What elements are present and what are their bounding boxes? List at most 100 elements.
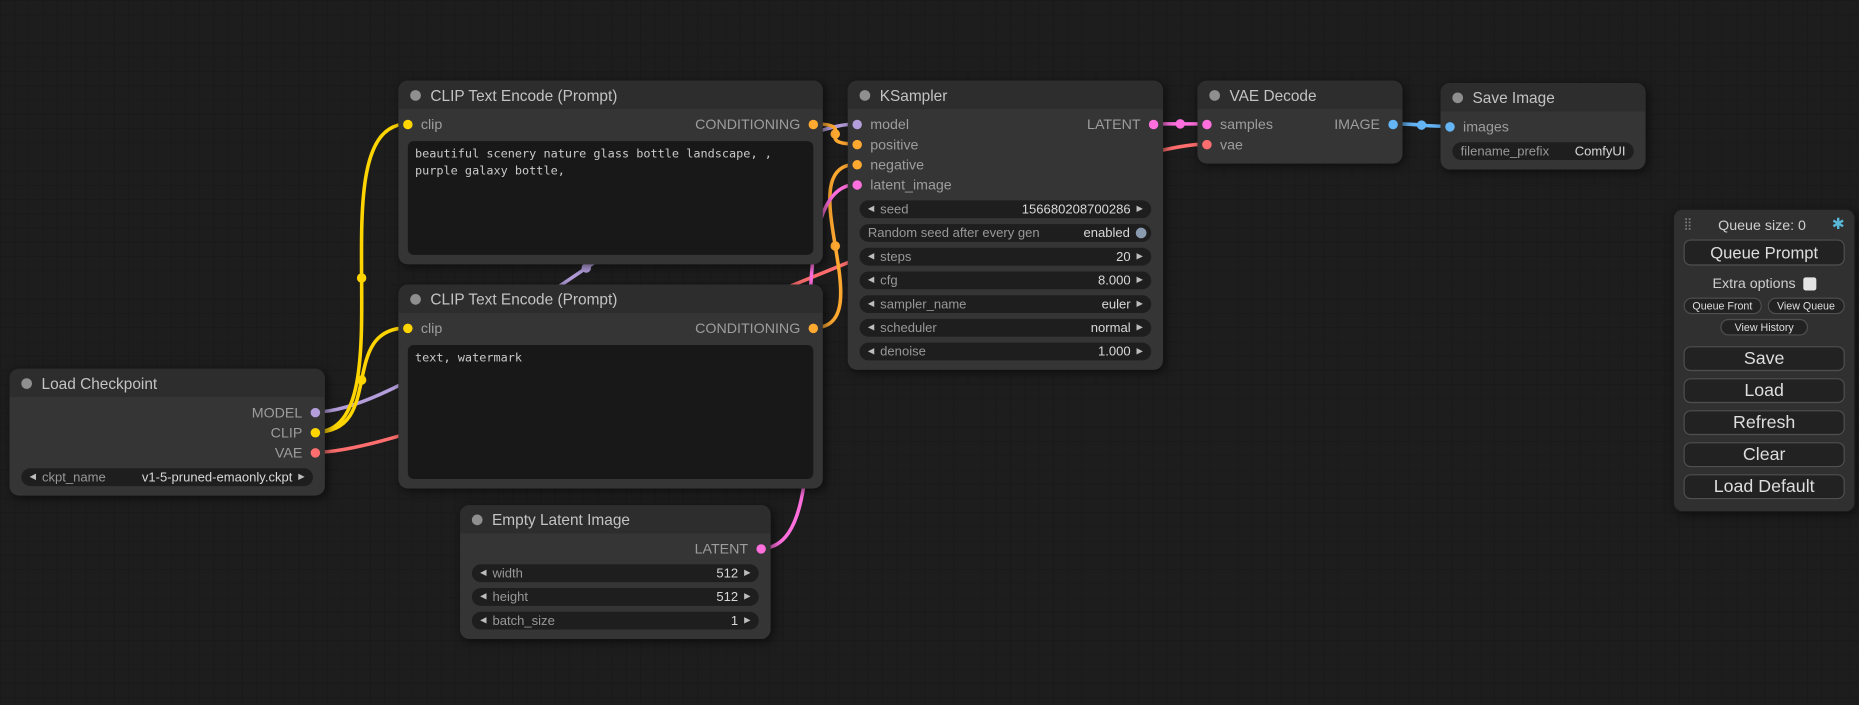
conditioning-output-port[interactable] [809, 323, 818, 332]
decrement-arrow-icon[interactable]: ◀ [480, 617, 486, 625]
denoise-widget[interactable]: ◀ denoise 1.000 ▶ [860, 343, 1152, 361]
view-history-button[interactable]: View History [1720, 319, 1808, 336]
node-title: CLIP Text Encode (Prompt) [430, 290, 617, 308]
decrement-arrow-icon[interactable]: ◀ [868, 347, 874, 355]
decrement-arrow-icon[interactable]: ◀ [868, 324, 874, 332]
clip-output-port[interactable] [311, 427, 320, 436]
decrement-arrow-icon[interactable]: ◀ [868, 300, 874, 308]
decrement-arrow-icon[interactable]: ◀ [480, 593, 486, 601]
clear-button[interactable]: Clear [1684, 442, 1845, 467]
refresh-button[interactable]: Refresh [1684, 410, 1845, 435]
node-title-bar[interactable]: VAE Decode [1197, 81, 1402, 109]
decrement-arrow-icon[interactable]: ◀ [868, 276, 874, 284]
collapse-dot-icon[interactable] [472, 514, 483, 525]
collapse-dot-icon[interactable] [1209, 90, 1220, 101]
node-vae-decode[interactable]: VAE Decode samples IMAGE vae [1197, 81, 1402, 164]
input-label-model: model [870, 116, 909, 133]
node-empty-latent-image[interactable]: Empty Latent Image LATENT ◀ width 512 ▶ … [460, 505, 771, 639]
node-load-checkpoint[interactable]: Load Checkpoint MODEL CLIP VAE ◀ ckpt_na… [9, 369, 324, 496]
clip-input-port[interactable] [403, 323, 412, 332]
width-widget[interactable]: ◀ width 512 ▶ [472, 564, 759, 582]
collapse-dot-icon[interactable] [410, 90, 421, 101]
node-canvas[interactable]: Load Checkpoint MODEL CLIP VAE ◀ ckpt_na… [0, 0, 1859, 705]
node-clip-text-encode-negative[interactable]: CLIP Text Encode (Prompt) clip CONDITION… [398, 285, 822, 489]
decrement-arrow-icon[interactable]: ◀ [480, 569, 486, 577]
latent-output-port[interactable] [756, 544, 765, 553]
positive-input-port[interactable] [852, 139, 861, 148]
images-input-port[interactable] [1445, 122, 1454, 131]
clip-input-port[interactable] [403, 119, 412, 128]
model-output-port[interactable] [311, 407, 320, 416]
widget-value: 156680208700286 [1022, 202, 1131, 216]
save-button[interactable]: Save [1684, 346, 1845, 371]
collapse-dot-icon[interactable] [860, 90, 871, 101]
queue-prompt-button[interactable]: Queue Prompt [1684, 239, 1845, 265]
increment-arrow-icon[interactable]: ▶ [298, 473, 304, 481]
node-title-bar[interactable]: Empty Latent Image [460, 505, 771, 533]
decrement-arrow-icon[interactable]: ◀ [30, 473, 36, 481]
increment-arrow-icon[interactable]: ▶ [744, 617, 750, 625]
decrement-arrow-icon[interactable]: ◀ [868, 205, 874, 213]
vae-input-port[interactable] [1202, 139, 1211, 148]
seed-widget[interactable]: ◀ seed 156680208700286 ▶ [860, 200, 1152, 218]
random-seed-toggle-widget[interactable]: Random seed after every gen enabled [860, 224, 1152, 242]
samples-input-port[interactable] [1202, 119, 1211, 128]
latent-image-input-port[interactable] [852, 180, 861, 189]
collapse-dot-icon[interactable] [1452, 92, 1463, 103]
decrement-arrow-icon[interactable]: ◀ [868, 253, 874, 261]
slot-row: model LATENT [848, 114, 1163, 134]
widget-label: steps [880, 250, 911, 264]
increment-arrow-icon[interactable]: ▶ [744, 569, 750, 577]
extra-options-label: Extra options [1713, 275, 1796, 292]
ckpt-name-widget[interactable]: ◀ ckpt_name v1-5-pruned-emaonly.ckpt ▶ [21, 468, 313, 486]
output-label-latent: LATENT [1087, 116, 1141, 133]
node-save-image[interactable]: Save Image images filename_prefix ComfyU… [1441, 83, 1646, 170]
batch-size-widget[interactable]: ◀ batch_size 1 ▶ [472, 612, 759, 630]
node-title-bar[interactable]: CLIP Text Encode (Prompt) [398, 81, 822, 109]
sampler-name-widget[interactable]: ◀ sampler_name euler ▶ [860, 295, 1152, 313]
filename-prefix-widget[interactable]: filename_prefix ComfyUI [1452, 142, 1633, 160]
increment-arrow-icon[interactable]: ▶ [1137, 324, 1143, 332]
steps-widget[interactable]: ◀ steps 20 ▶ [860, 248, 1152, 266]
increment-arrow-icon[interactable]: ▶ [1137, 276, 1143, 284]
node-title-bar[interactable]: CLIP Text Encode (Prompt) [398, 285, 822, 313]
increment-arrow-icon[interactable]: ▶ [1137, 205, 1143, 213]
latent-output-port[interactable] [1149, 119, 1158, 128]
queue-menu-panel: ⣿ Queue size: 0 ✱ Queue Prompt Extra opt… [1673, 209, 1856, 513]
load-default-button[interactable]: Load Default [1684, 474, 1845, 499]
view-queue-button[interactable]: View Queue [1767, 298, 1845, 315]
node-title-bar[interactable]: KSampler [848, 81, 1163, 109]
prompt-textarea[interactable]: beautiful scenery nature glass bottle la… [408, 141, 813, 255]
increment-arrow-icon[interactable]: ▶ [1137, 300, 1143, 308]
cfg-widget[interactable]: ◀ cfg 8.000 ▶ [860, 272, 1152, 290]
increment-arrow-icon[interactable]: ▶ [744, 593, 750, 601]
node-title-bar[interactable]: Save Image [1441, 83, 1646, 111]
toggle-dot-icon[interactable] [1136, 228, 1147, 239]
increment-arrow-icon[interactable]: ▶ [1137, 253, 1143, 261]
drag-handle-icon[interactable]: ⣿ [1684, 218, 1693, 231]
image-output-port[interactable] [1388, 119, 1397, 128]
collapse-dot-icon[interactable] [21, 378, 32, 389]
model-input-port[interactable] [852, 119, 861, 128]
wire-midpoint-dot [357, 375, 366, 384]
conditioning-output-port[interactable] [809, 119, 818, 128]
node-clip-text-encode-positive[interactable]: CLIP Text Encode (Prompt) clip CONDITION… [398, 81, 822, 265]
collapse-dot-icon[interactable] [410, 293, 421, 304]
widget-value: 20 [1116, 250, 1131, 264]
extra-options-row: Extra options [1684, 275, 1845, 292]
widget-label: height [492, 590, 528, 604]
vae-output-port[interactable] [311, 448, 320, 457]
load-button[interactable]: Load [1684, 378, 1845, 403]
scheduler-widget[interactable]: ◀ scheduler normal ▶ [860, 319, 1152, 337]
extra-options-checkbox[interactable] [1803, 277, 1816, 290]
negative-input-port[interactable] [852, 159, 861, 168]
node-ksampler[interactable]: KSampler model LATENT positive negative … [848, 81, 1163, 370]
node-title-bar[interactable]: Load Checkpoint [9, 369, 324, 397]
prompt-textarea[interactable]: text, watermark [408, 345, 813, 479]
settings-gear-icon[interactable]: ✱ [1832, 216, 1845, 234]
slot-row: MODEL [9, 402, 324, 422]
increment-arrow-icon[interactable]: ▶ [1137, 347, 1143, 355]
output-label-model: MODEL [252, 404, 303, 421]
queue-front-button[interactable]: Queue Front [1684, 298, 1762, 315]
height-widget[interactable]: ◀ height 512 ▶ [472, 588, 759, 606]
